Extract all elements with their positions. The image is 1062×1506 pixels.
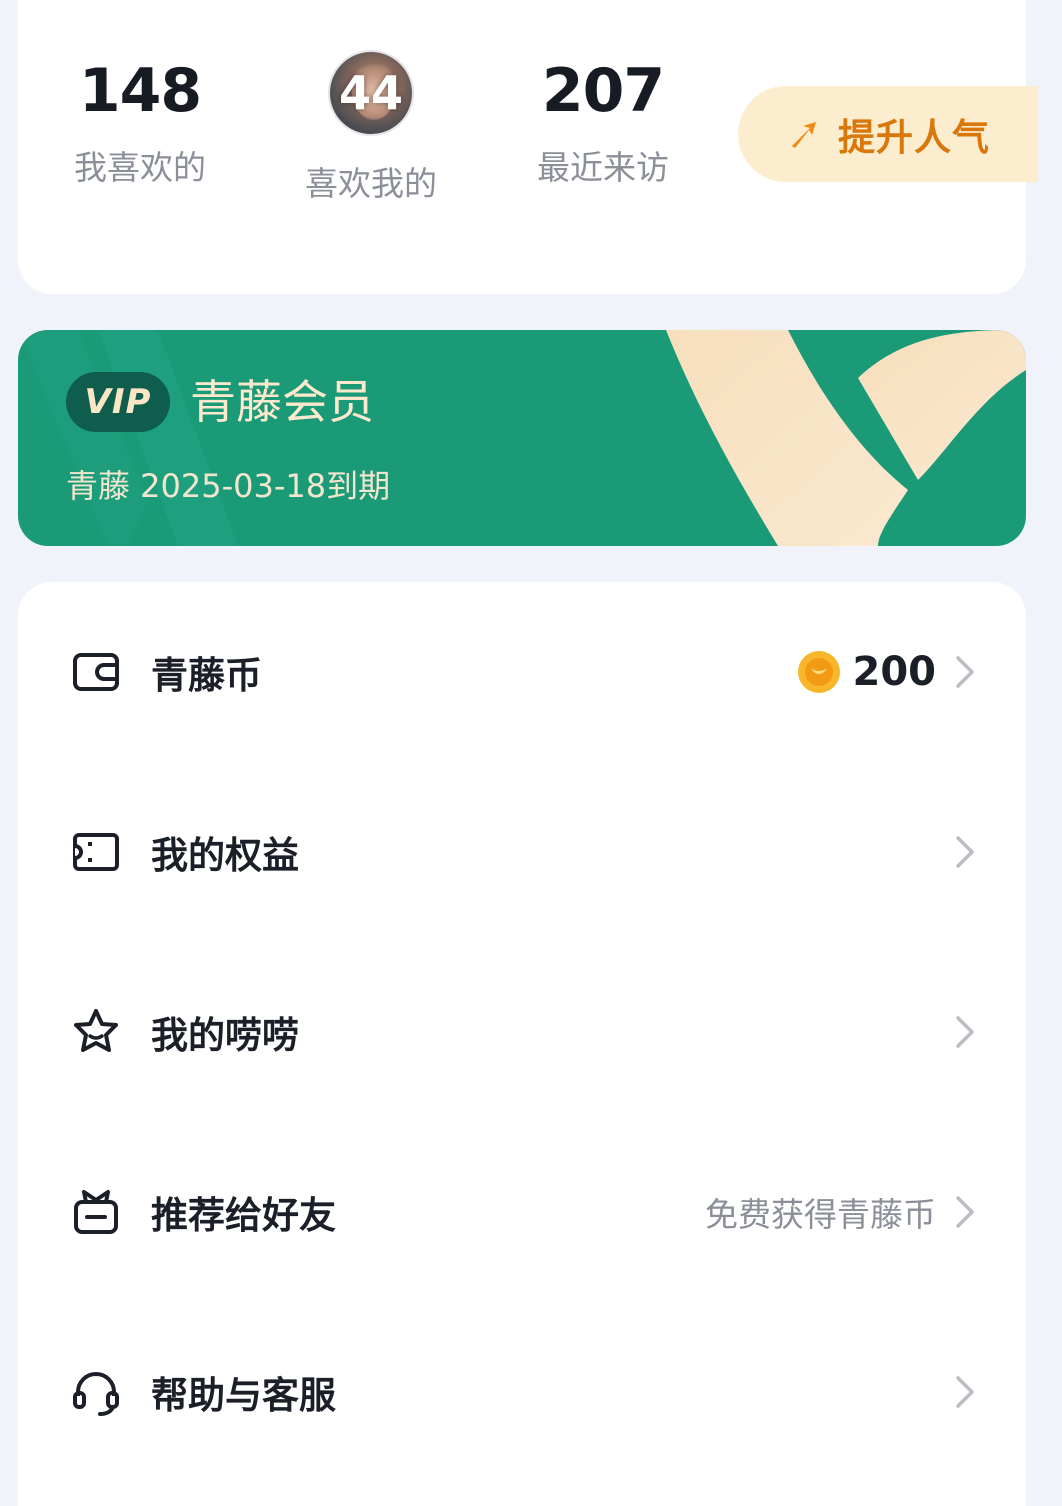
- menu-label-coins: 青藤币: [151, 654, 262, 697]
- boost-label: 提升人气: [838, 116, 990, 159]
- vip-title: 青藤会员: [190, 375, 374, 429]
- menu-item-invite[interactable]: 推荐给好友 免费获得青藤币: [18, 1162, 1026, 1262]
- stat-liked[interactable]: 148 我喜欢的: [45, 58, 235, 188]
- stat-visitors-value: 207: [541, 56, 665, 126]
- invite-hint: 免费获得青藤币: [705, 1195, 936, 1234]
- menu-label-benefits: 我的权益: [151, 834, 299, 877]
- gift-icon: [74, 1190, 118, 1234]
- menu-item-posts[interactable]: 我的唠唠: [18, 982, 1026, 1082]
- stat-liked-me-label: 喜欢我的: [305, 164, 437, 203]
- wallet-icon: [73, 653, 119, 691]
- menu-label-invite: 推荐给好友: [151, 1194, 336, 1237]
- star-icon: [74, 1009, 118, 1052]
- chevron-right-icon: [956, 656, 974, 688]
- arrow-up-icon: [792, 122, 816, 148]
- coins-value: 200: [852, 649, 937, 695]
- menu-item-coins[interactable]: 青藤币 200: [18, 622, 1026, 722]
- chevron-right-icon: [956, 1376, 974, 1408]
- menu-card: 青藤币 200 我的权益 我的唠唠 推荐给好友 免费获得青藤币 帮助与客服: [18, 582, 1026, 1506]
- menu-item-help[interactable]: 帮助与客服: [18, 1342, 1026, 1442]
- menu-right-invite: 免费获得青藤币: [705, 1188, 976, 1236]
- coin-icon: [797, 651, 840, 693]
- avatar: 44: [328, 50, 414, 136]
- vip-expiry: 青藤 2025-03-18到期: [66, 467, 391, 505]
- stat-visitors[interactable]: 207 最近来访: [508, 58, 698, 188]
- menu-label-posts: 我的唠唠: [151, 1014, 299, 1057]
- stat-liked-label: 我喜欢的: [74, 148, 206, 187]
- chevron-right-icon: [956, 836, 974, 868]
- stat-visitors-label: 最近来访: [537, 148, 669, 187]
- headset-icon: [73, 1372, 119, 1416]
- coins-balance: 200: [797, 649, 977, 695]
- vip-banner[interactable]: VIP 青藤会员 青藤 2025-03-18到期: [18, 330, 1026, 546]
- stat-liked-me[interactable]: 44 喜欢我的: [276, 50, 466, 204]
- chevron-right-icon: [956, 1016, 974, 1048]
- boost-popularity-button[interactable]: 提升人气: [738, 86, 1038, 182]
- menu-label-help: 帮助与客服: [151, 1374, 336, 1417]
- vip-badge: VIP: [66, 372, 170, 432]
- menu-right-benefits: [936, 834, 976, 870]
- menu-item-benefits[interactable]: 我的权益: [18, 802, 1026, 902]
- menu-right-posts: [936, 1014, 976, 1050]
- stat-liked-me-value: 44: [338, 66, 403, 120]
- vip-decoration: [18, 330, 1026, 546]
- chevron-right-icon: [956, 1196, 974, 1228]
- menu-right-help: [936, 1374, 976, 1410]
- stat-liked-value: 148: [78, 56, 202, 126]
- ticket-icon: [73, 833, 119, 871]
